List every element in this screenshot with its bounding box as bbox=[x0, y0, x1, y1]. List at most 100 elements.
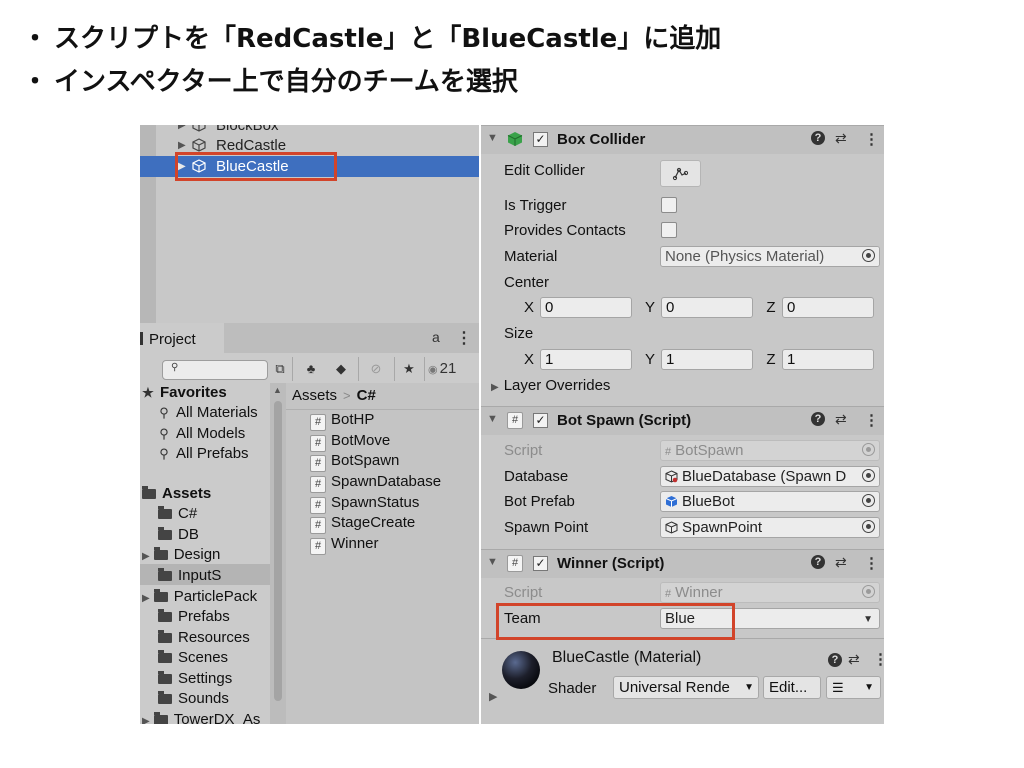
breadcrumb-current[interactable]: C# bbox=[357, 387, 376, 404]
center-z-value[interactable]: 0 bbox=[782, 297, 874, 318]
provides-contacts-label: Provides Contacts bbox=[504, 222, 626, 239]
presets-icon[interactable]: ⇄ bbox=[835, 130, 847, 147]
presets-icon[interactable]: ⇄ bbox=[835, 411, 847, 428]
folder-item-scenes[interactable]: Scenes bbox=[158, 648, 228, 668]
folder-icon bbox=[158, 671, 172, 684]
asset-item-botspawn[interactable]: # BotSpawn bbox=[310, 451, 399, 472]
folder-item-resources[interactable]: Resources bbox=[158, 628, 250, 648]
folder-tree-scrollbar[interactable]: ▲ bbox=[270, 383, 286, 724]
breadcrumb-root[interactable]: Assets bbox=[292, 387, 337, 404]
folder-item-prefabs[interactable]: Prefabs bbox=[158, 607, 230, 627]
presets-icon[interactable]: ⇄ bbox=[835, 554, 847, 571]
expand-arrow-icon[interactable]: ▶ bbox=[489, 690, 497, 703]
size-x-value[interactable]: 1 bbox=[540, 349, 632, 370]
database-field[interactable]: BlueDatabase (Spawn D bbox=[660, 466, 880, 487]
asset-label: SpawnDatabase bbox=[331, 473, 442, 490]
scrollbar-thumb[interactable] bbox=[274, 401, 282, 701]
folder-item-towerdx[interactable]: ▶ TowerDX_As bbox=[142, 710, 260, 724]
kebab-menu-icon[interactable]: ⋮ bbox=[864, 554, 879, 572]
instruction-text-1: スクリプトを「RedCastle」と「BlueCastle」に追加 bbox=[54, 24, 722, 54]
enabled-checkbox[interactable]: ✓ bbox=[533, 132, 548, 147]
shader-edit-button[interactable]: Edit... bbox=[763, 676, 821, 699]
dropdown-arrow-icon: ▼ bbox=[863, 614, 873, 625]
folder-item-particlepack[interactable]: ▶ ParticlePack bbox=[142, 587, 257, 607]
size-y-value[interactable]: 1 bbox=[661, 349, 753, 370]
scene-search-icon[interactable]: ⊘ bbox=[366, 360, 386, 378]
center-x-value[interactable]: 0 bbox=[540, 297, 632, 318]
tab-indicator bbox=[140, 332, 143, 345]
toolbar-divider bbox=[394, 357, 395, 381]
kebab-menu-icon[interactable]: ⋮ bbox=[864, 411, 879, 429]
lock-icon[interactable]: a bbox=[432, 329, 440, 345]
folder-item-inputs[interactable]: InputS bbox=[158, 566, 221, 586]
object-picker-icon[interactable] bbox=[862, 520, 875, 533]
folder-item-db[interactable]: DB bbox=[158, 525, 199, 545]
enabled-checkbox[interactable]: ✓ bbox=[533, 413, 548, 428]
project-tab-bar: Project a ⋮ bbox=[140, 323, 479, 353]
help-icon[interactable]: ? bbox=[811, 412, 825, 426]
presets-icon[interactable]: ⇄ bbox=[848, 651, 860, 668]
asset-item-botmove[interactable]: # BotMove bbox=[310, 431, 390, 452]
asset-item-bothp[interactable]: # BotHP bbox=[310, 410, 374, 431]
asset-item-stagecreate[interactable]: # StageCreate bbox=[310, 513, 415, 534]
object-picker-icon[interactable] bbox=[862, 494, 875, 507]
expand-arrow-icon[interactable]: ▶ bbox=[142, 716, 150, 724]
fold-arrow-icon[interactable]: ▼ bbox=[487, 132, 498, 144]
favorite-star-icon[interactable]: ★ bbox=[399, 360, 419, 378]
search-by-type-icon[interactable]: ♣ bbox=[301, 360, 321, 378]
folder-item-csharp[interactable]: C# bbox=[158, 504, 197, 524]
kebab-menu-icon[interactable]: ⋮ bbox=[873, 650, 884, 668]
spawn-point-field[interactable]: SpawnPoint bbox=[660, 517, 880, 538]
axis-label: X bbox=[523, 299, 534, 316]
size-z-value[interactable]: 1 bbox=[782, 349, 874, 370]
physics-material-field[interactable]: None (Physics Material) bbox=[660, 246, 880, 267]
expand-arrow-icon[interactable]: ▶ bbox=[142, 593, 150, 604]
instruction-line-1: ・スクリプトを「RedCastle」と「BlueCastle」に追加 bbox=[22, 18, 721, 55]
shader-dropdown[interactable]: Universal Rende ▼ bbox=[613, 676, 759, 699]
center-label: Center bbox=[504, 274, 550, 291]
expand-arrow-icon[interactable]: ▶ bbox=[142, 551, 150, 562]
help-icon[interactable]: ? bbox=[828, 653, 842, 667]
asset-item-winner[interactable]: # Winner bbox=[310, 534, 379, 555]
folder-item-settings[interactable]: Settings bbox=[158, 669, 232, 689]
kebab-menu-icon[interactable]: ⋮ bbox=[456, 328, 472, 348]
search-input[interactable]: ⚲ bbox=[162, 360, 268, 380]
assets-folder[interactable]: Assets bbox=[142, 484, 211, 504]
box-collider-header[interactable]: ▼ ✓ Box Collider ? ⇄ ⋮ bbox=[481, 125, 884, 154]
asset-item-spawnstatus[interactable]: # SpawnStatus bbox=[310, 493, 419, 514]
object-picker-icon[interactable] bbox=[862, 249, 875, 262]
create-icon[interactable]: ⧉ bbox=[270, 360, 290, 378]
fold-arrow-icon[interactable]: ▼ bbox=[487, 556, 498, 568]
hidden-packages-toggle[interactable]: ◉ 21 bbox=[428, 360, 456, 377]
fold-arrow-icon[interactable]: ▼ bbox=[487, 413, 498, 425]
is-trigger-checkbox[interactable] bbox=[661, 197, 677, 213]
favorites-header[interactable]: ★ Favorites bbox=[140, 383, 227, 403]
script-value: BotSpawn bbox=[675, 442, 744, 459]
asset-list-pane: Assets > C# # BotHP # BotMove # BotSpawn # Spa… bbox=[286, 383, 479, 724]
asset-item-spawndatabase[interactable]: # SpawnDatabase bbox=[310, 472, 442, 493]
layer-overrides-foldout[interactable]: ▶ Layer Overrides bbox=[491, 377, 610, 394]
script-icon: # bbox=[507, 555, 523, 572]
provides-contacts-checkbox[interactable] bbox=[661, 222, 677, 238]
favorite-item-all-materials[interactable]: ⚲ All Materials bbox=[156, 403, 257, 423]
enabled-checkbox[interactable]: ✓ bbox=[533, 556, 548, 571]
kebab-menu-icon[interactable]: ⋮ bbox=[864, 130, 879, 148]
bot-spawn-header[interactable]: ▼ # ✓ Bot Spawn (Script) ? ⇄ ⋮ bbox=[481, 406, 884, 435]
help-icon[interactable]: ? bbox=[811, 555, 825, 569]
scroll-up-arrow-icon[interactable]: ▲ bbox=[273, 385, 282, 395]
component-title: Box Collider bbox=[557, 131, 646, 148]
folder-item-sounds[interactable]: Sounds bbox=[158, 689, 229, 709]
winner-header[interactable]: ▼ # ✓ Winner (Script) ? ⇄ ⋮ bbox=[481, 549, 884, 578]
favorite-item-all-models[interactable]: ⚲ All Models bbox=[156, 424, 245, 444]
help-icon[interactable]: ? bbox=[811, 131, 825, 145]
center-y-value[interactable]: 0 bbox=[661, 297, 753, 318]
favorite-item-all-prefabs[interactable]: ⚲ All Prefabs bbox=[156, 444, 248, 464]
edit-collider-button[interactable] bbox=[660, 160, 701, 187]
folder-item-design[interactable]: ▶ Design bbox=[142, 545, 220, 565]
object-picker-icon[interactable] bbox=[862, 469, 875, 482]
expand-arrow-icon[interactable]: ▶ bbox=[491, 382, 499, 393]
bot-prefab-field[interactable]: BlueBot bbox=[660, 491, 880, 512]
search-by-label-icon[interactable]: ◆ bbox=[331, 360, 351, 378]
shader-options-button[interactable]: ☰ ▼ bbox=[826, 676, 881, 699]
tab-project[interactable]: Project bbox=[140, 323, 224, 353]
